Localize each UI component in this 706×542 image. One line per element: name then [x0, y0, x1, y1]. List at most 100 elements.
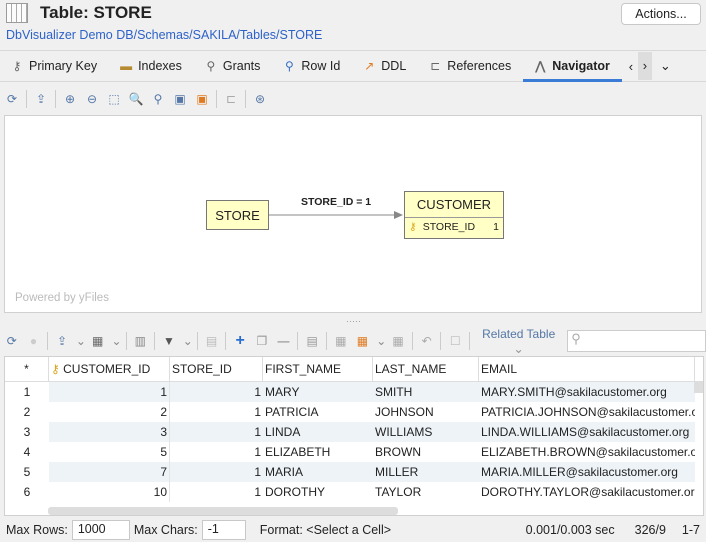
edit-icon[interactable]: ▤ [304, 334, 320, 348]
cell-email[interactable]: ELIZABETH.BROWN@sakilacustomer.org [479, 442, 695, 462]
column-header-email[interactable]: EMAIL [479, 357, 695, 382]
cell-row-number[interactable]: 4 [5, 442, 49, 462]
actions-button[interactable]: Actions... [621, 3, 701, 25]
cell-store-id[interactable]: 1 [170, 482, 263, 502]
cell-store-id[interactable]: 1 [170, 382, 263, 402]
cell-row-number[interactable]: 3 [5, 422, 49, 442]
horizontal-scrollbar[interactable] [48, 507, 398, 515]
column-header-last-name[interactable]: LAST_NAME [373, 357, 479, 382]
cell-first-name[interactable]: LINDA [263, 422, 373, 442]
refresh-icon[interactable]: ⟳ [4, 92, 20, 106]
stop-icon[interactable]: ● [26, 334, 42, 348]
cell-last-name[interactable]: JOHNSON [373, 402, 479, 422]
table-settings-icon[interactable]: ▦ [355, 334, 371, 348]
calculator-icon[interactable]: ▥ [133, 334, 149, 348]
splitter-handle[interactable]: ····· [346, 316, 361, 326]
delete-row-icon[interactable]: — [276, 334, 292, 348]
column-header-first-name[interactable]: FIRST_NAME [263, 357, 373, 382]
cell-first-name[interactable]: MARIA [263, 462, 373, 482]
cell-store-id[interactable]: 1 [170, 462, 263, 482]
insert-icon[interactable]: ☐ [447, 334, 463, 348]
duplicate-row-icon[interactable]: ❐ [254, 334, 270, 348]
cell-row-number[interactable]: 2 [5, 402, 49, 422]
cell-last-name[interactable]: TAYLOR [373, 482, 479, 502]
commit-icon[interactable]: ▦ [390, 334, 406, 348]
navigator-graph[interactable]: STORE STORE_ID = 1 CUSTOMER ⚷ STORE_ID 1 P… [4, 115, 702, 313]
export-icon[interactable]: ⇪ [33, 92, 49, 106]
cell-store-id[interactable]: 1 [170, 402, 263, 422]
tab-indexes[interactable]: ▬ Indexes [109, 51, 194, 81]
search-input[interactable]: ⚲ [567, 330, 706, 352]
table-row[interactable]: 4 5 1 ELIZABETH BROWN ELIZABETH.BROWN@sakilac… [5, 442, 695, 462]
chevron-down-icon[interactable]: ⌄ [660, 58, 671, 74]
tab-references[interactable]: ⊏ References [418, 51, 523, 81]
fit-content-icon[interactable]: ▣ [172, 92, 188, 106]
cell-row-number[interactable]: 5 [5, 462, 49, 482]
zoom-out-icon[interactable]: ⊖ [84, 92, 100, 106]
cell-last-name[interactable]: SMITH [373, 382, 479, 402]
layout-icon[interactable]: ⊏ [223, 92, 239, 106]
cell-first-name[interactable]: PATRICIA [263, 402, 373, 422]
chevron-down-icon[interactable]: ⌄ [112, 334, 122, 348]
cell-email[interactable]: LINDA.WILLIAMS@sakilacustomer.org [479, 422, 695, 442]
tab-ddl[interactable]: ↗ DDL [352, 51, 418, 81]
scroll-tabs-left-icon[interactable]: ‹ [624, 59, 638, 74]
tab-row-id[interactable]: ⚲ Row Id [272, 51, 352, 81]
cell-first-name[interactable]: DOROTHY [263, 482, 373, 502]
table-row[interactable]: 1 1 1 MARY SMITH MARY.SMITH@sakilacustomer.or… [5, 382, 695, 402]
cell-row-number[interactable]: 1 [5, 382, 49, 402]
zoom-area-icon[interactable]: ⬚ [106, 92, 122, 106]
cell-last-name[interactable]: WILLIAMS [373, 422, 479, 442]
zoom-in-icon[interactable]: ⊕ [62, 92, 78, 106]
tab-primary-key[interactable]: ⚷ Primary Key [0, 51, 109, 81]
related-table-dropdown[interactable]: Related Table ⌄ [476, 327, 561, 356]
refresh-icon[interactable]: ⟳ [4, 334, 20, 348]
cell-store-id[interactable]: 1 [170, 422, 263, 442]
max-rows-input[interactable]: 1000 [71, 520, 130, 540]
cell-email[interactable]: MARY.SMITH@sakilacustomer.org [479, 382, 695, 402]
cell-store-id[interactable]: 1 [170, 442, 263, 462]
chevron-down-icon[interactable]: ⌄ [76, 334, 86, 348]
chevron-down-icon[interactable]: ⌄ [183, 334, 193, 348]
undo-icon[interactable]: ↶ [419, 334, 435, 348]
vertical-scrollbar[interactable] [694, 381, 703, 393]
column-header-customer-id[interactable]: ⚷ CUSTOMER_ID [49, 357, 170, 382]
cell-customer-id[interactable]: 7 [49, 462, 170, 482]
form-icon[interactable]: ▦ [333, 334, 349, 348]
max-chars-input[interactable]: -1 [201, 520, 246, 540]
cell-email[interactable]: MARIA.MILLER@sakilacustomer.org [479, 462, 695, 482]
add-row-icon[interactable]: + [232, 332, 248, 350]
grid-view-icon[interactable]: ▦ [90, 334, 106, 348]
save-icon[interactable]: ▤ [204, 334, 220, 348]
export-icon[interactable]: ⇪ [54, 334, 70, 348]
cell-customer-id[interactable]: 10 [49, 482, 170, 502]
overview-icon[interactable]: ⊛ [252, 92, 268, 106]
chevron-down-icon[interactable]: ⌄ [376, 334, 386, 348]
tab-navigator[interactable]: ⋀ Navigator [523, 51, 622, 82]
table-row[interactable]: 5 7 1 MARIA MILLER MARIA.MILLER@sakilacustome… [5, 462, 695, 482]
cell-row-number[interactable]: 6 [5, 482, 49, 502]
column-header-row-number[interactable]: * [5, 357, 49, 382]
graph-node-customer[interactable]: CUSTOMER ⚷ STORE_ID 1 [404, 191, 504, 239]
tab-grants[interactable]: ⚲ Grants [194, 51, 273, 81]
cell-customer-id[interactable]: 1 [49, 382, 170, 402]
scroll-tabs-right-icon[interactable]: › [637, 52, 652, 80]
fit-selection-icon[interactable]: ▣ [194, 92, 210, 106]
cell-last-name[interactable]: MILLER [373, 462, 479, 482]
cell-email[interactable]: PATRICIA.JOHNSON@sakilacustomer.org [479, 402, 695, 422]
cell-last-name[interactable]: BROWN [373, 442, 479, 462]
table-row[interactable]: 3 3 1 LINDA WILLIAMS LINDA.WILLIAMS@sakilacus… [5, 422, 695, 442]
cell-customer-id[interactable]: 3 [49, 422, 170, 442]
zoom-actual-icon[interactable]: 🔍 [128, 92, 144, 106]
cell-email[interactable]: DOROTHY.TAYLOR@sakilacustomer.org [479, 482, 695, 502]
cell-customer-id[interactable]: 2 [49, 402, 170, 422]
filter-icon[interactable]: ▼ [161, 334, 177, 348]
column-header-store-id[interactable]: STORE_ID [170, 357, 263, 382]
cell-customer-id[interactable]: 5 [49, 442, 170, 462]
zoom-fit-icon[interactable]: ⚲ [150, 92, 166, 106]
cell-first-name[interactable]: MARY [263, 382, 373, 402]
table-row[interactable]: 6 10 1 DOROTHY TAYLOR DOROTHY.TAYLOR@sakilacu… [5, 482, 695, 502]
breadcrumb[interactable]: DbVisualizer Demo DB/Schemas/SAKILA/Tabl… [6, 28, 322, 42]
cell-first-name[interactable]: ELIZABETH [263, 442, 373, 462]
table-row[interactable]: 2 2 1 PATRICIA JOHNSON PATRICIA.JOHNSON@sakil… [5, 402, 695, 422]
